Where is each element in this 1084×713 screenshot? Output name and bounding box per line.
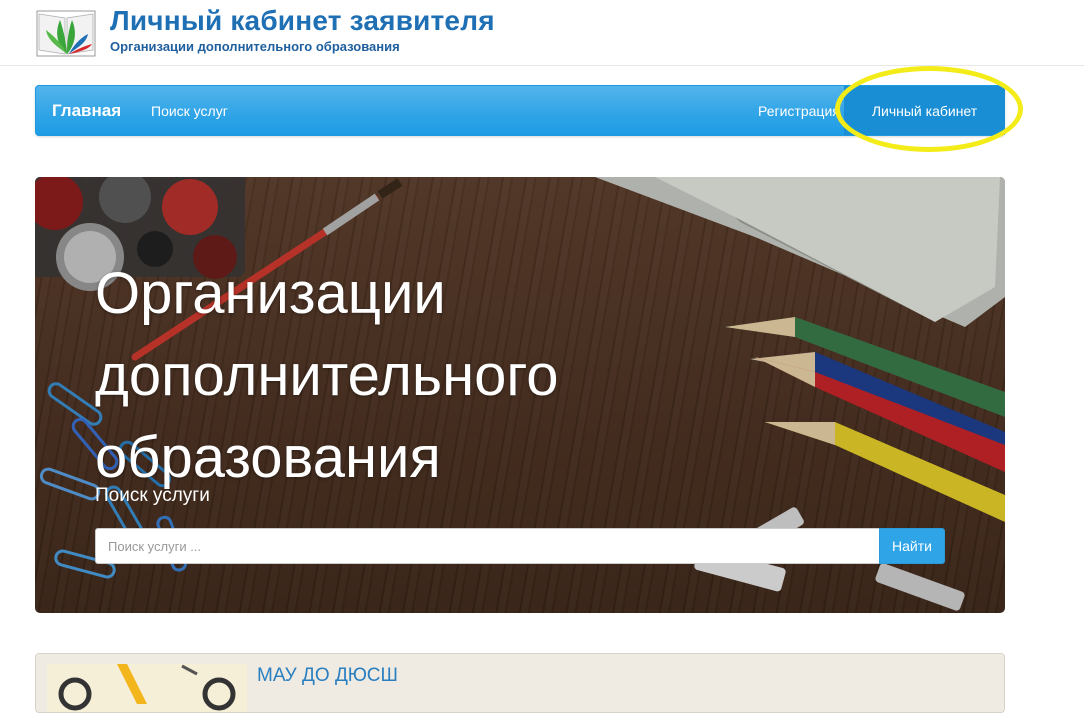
nav-search-services-link[interactable]: Поиск услуг bbox=[151, 103, 228, 119]
site-title: Личный кабинет заявителя bbox=[110, 5, 495, 36]
hero-search-label: Поиск услуги bbox=[95, 485, 210, 506]
main-navbar: Главная Поиск услуг Регистрация Личный к… bbox=[35, 85, 1005, 136]
nav-home-link[interactable]: Главная bbox=[52, 101, 121, 121]
site-subtitle: Организации дополнительного образования bbox=[110, 39, 400, 54]
hero-title: Организации дополнительного образования bbox=[95, 253, 715, 499]
hero-banner: Организации дополнительного образования … bbox=[35, 177, 1005, 613]
site-header: Личный кабинет заявителя Организации доп… bbox=[0, 0, 1084, 66]
hero-title-line-1: Организации bbox=[95, 261, 446, 326]
organization-thumbnail[interactable] bbox=[47, 664, 247, 712]
nav-cabinet-link[interactable]: Личный кабинет bbox=[844, 86, 1005, 135]
search-submit-button[interactable]: Найти bbox=[879, 528, 945, 564]
union-logo-icon[interactable] bbox=[36, 8, 98, 58]
hero-title-line-2: дополнительного bbox=[95, 343, 559, 408]
nav-register-link[interactable]: Регистрация bbox=[758, 103, 840, 119]
nav-cabinet-label: Личный кабинет bbox=[871, 102, 978, 119]
organization-card: МАУ ДО ДЮСШ bbox=[35, 653, 1005, 713]
organization-thumbnail-image bbox=[47, 664, 247, 712]
organization-name-link[interactable]: МАУ ДО ДЮСШ bbox=[257, 665, 398, 687]
service-search-input[interactable] bbox=[95, 528, 879, 564]
